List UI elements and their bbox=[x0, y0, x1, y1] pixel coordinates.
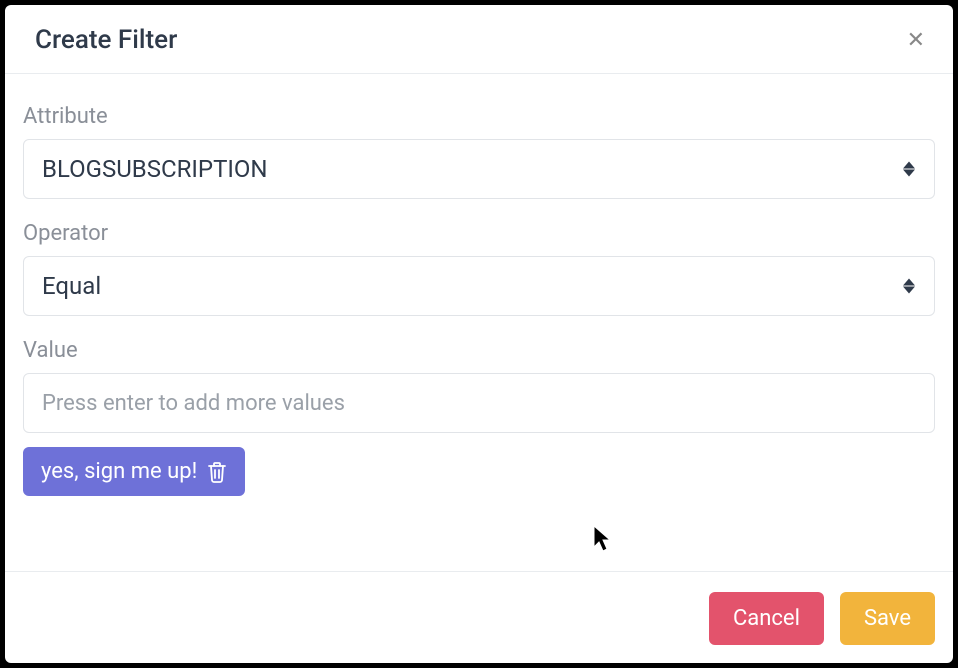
modal-title: Create Filter bbox=[35, 25, 177, 55]
operator-field: Operator bbox=[23, 221, 935, 316]
modal-footer: Cancel Save bbox=[5, 571, 953, 663]
cancel-button[interactable]: Cancel bbox=[709, 592, 824, 645]
trash-icon bbox=[207, 461, 227, 483]
operator-select-wrap bbox=[23, 256, 935, 316]
value-chip[interactable]: yes, sign me up! bbox=[23, 447, 245, 496]
attribute-label: Attribute bbox=[23, 104, 935, 129]
create-filter-modal: Create Filter ✕ Attribute Operator bbox=[5, 5, 953, 663]
value-field: Value bbox=[23, 338, 935, 433]
value-label: Value bbox=[23, 338, 935, 363]
attribute-select[interactable] bbox=[23, 139, 935, 199]
attribute-select-wrap bbox=[23, 139, 935, 199]
close-icon: ✕ bbox=[907, 27, 925, 52]
operator-label: Operator bbox=[23, 221, 935, 246]
save-button[interactable]: Save bbox=[840, 592, 935, 645]
modal-header: Create Filter ✕ bbox=[5, 5, 953, 74]
operator-select[interactable] bbox=[23, 256, 935, 316]
close-button[interactable]: ✕ bbox=[903, 29, 929, 51]
modal-body: Attribute Operator Value bbox=[5, 74, 953, 571]
chip-label: yes, sign me up! bbox=[41, 459, 197, 484]
value-input[interactable] bbox=[23, 373, 935, 433]
attribute-field: Attribute bbox=[23, 104, 935, 199]
